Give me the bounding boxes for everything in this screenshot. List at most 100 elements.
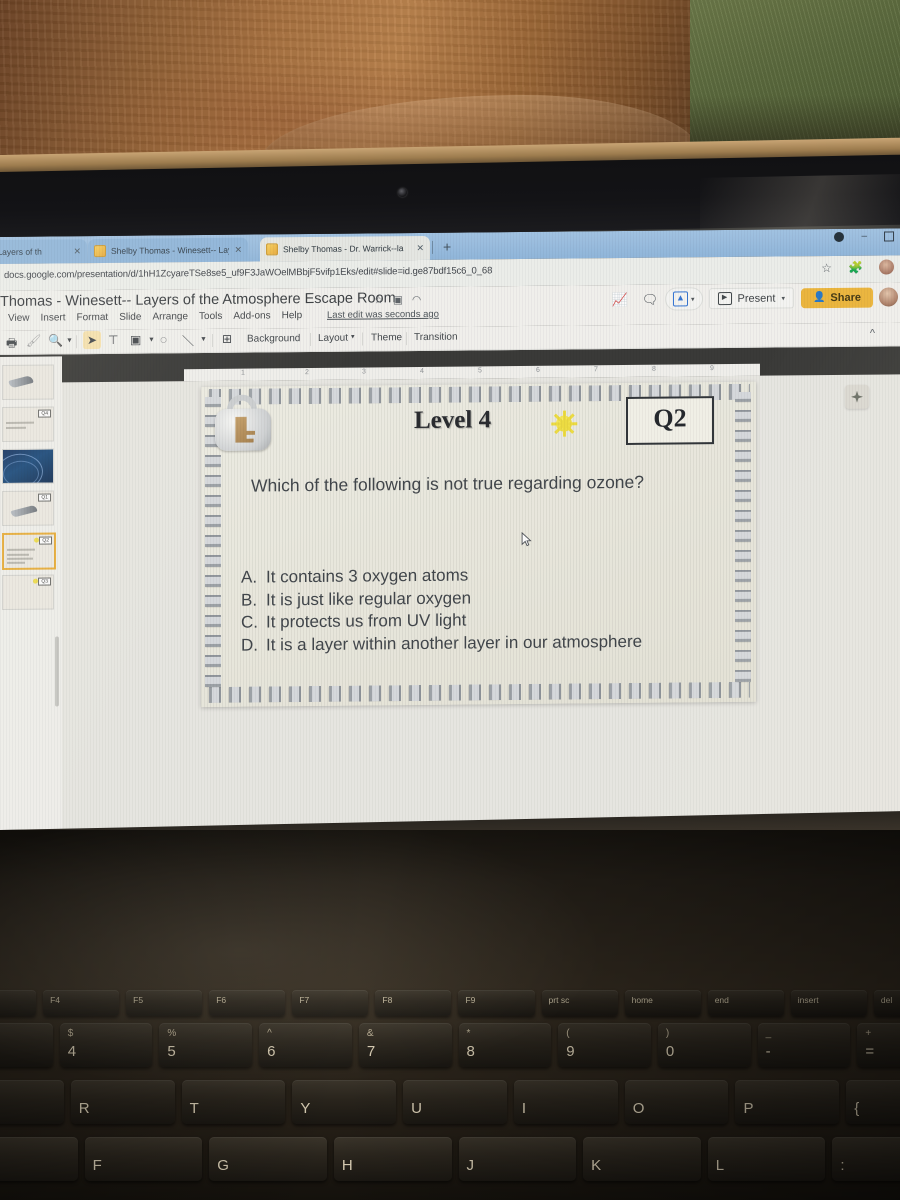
key-f9[interactable]: F9 <box>458 990 535 1016</box>
menu-item-slide[interactable]: Slide <box>119 312 141 323</box>
answer-choices[interactable]: A. It contains 3 oxygen atoms B. It is j… <box>241 562 711 657</box>
key-7[interactable]: & 7 <box>358 1023 452 1067</box>
key-8[interactable]: * 8 <box>458 1023 552 1067</box>
key-5[interactable]: % 5 <box>159 1023 253 1067</box>
paint-format-icon[interactable]: 🖌 <box>26 334 41 348</box>
key-6[interactable]: ^ 6 <box>259 1023 352 1067</box>
chevron-down-icon[interactable]: ▼ <box>66 337 73 344</box>
key-j[interactable]: J <box>458 1137 577 1181</box>
key-left-bracket[interactable]: { <box>846 1080 900 1124</box>
slide-thumbnail[interactable]: Q3 <box>2 574 54 610</box>
key-d[interactable]: D <box>0 1137 78 1181</box>
chevron-down-icon[interactable]: ▾ <box>351 333 355 341</box>
menu-item-help[interactable]: Help <box>282 310 303 321</box>
insert-image-icon[interactable]: ▣ <box>130 333 141 347</box>
chevron-down-icon[interactable]: ▼ <box>200 336 207 343</box>
menu-item-addons[interactable]: Add-ons <box>233 310 270 321</box>
slide-thumbnail[interactable]: Q4 <box>2 406 54 442</box>
key-end[interactable]: end <box>707 990 784 1016</box>
answer-choice-d[interactable]: D. It is a layer within another layer in… <box>241 630 711 657</box>
key-f[interactable]: F <box>84 1137 203 1181</box>
menu-item-format[interactable]: Format <box>77 312 109 323</box>
new-tab-button[interactable]: + <box>443 239 451 255</box>
question-text[interactable]: Which of the following is not true regar… <box>251 471 671 497</box>
maximize-button[interactable] <box>884 230 894 242</box>
key-r[interactable]: R <box>70 1080 175 1124</box>
key-g[interactable]: G <box>209 1137 327 1181</box>
key-f3[interactable]: F3 <box>0 990 37 1016</box>
last-edit-status[interactable]: Last edit was seconds ago <box>327 309 439 321</box>
key-k[interactable]: K <box>583 1137 701 1181</box>
present-upload-control[interactable]: ▲ ▾ <box>665 287 703 311</box>
key-minus[interactable]: _ - <box>757 1023 851 1067</box>
slide-thumbnail[interactable] <box>2 448 54 484</box>
background-button[interactable]: Background <box>247 333 300 345</box>
key-f7[interactable]: F7 <box>292 990 369 1016</box>
key-9[interactable]: (9 <box>558 1023 651 1067</box>
chevron-down-icon[interactable]: ▾ <box>781 294 785 302</box>
key-f8[interactable]: F8 <box>375 990 452 1016</box>
close-icon[interactable]: ✕ <box>234 244 242 255</box>
close-icon[interactable]: ✕ <box>416 242 424 253</box>
menu-item-tools[interactable]: Tools <box>199 311 222 322</box>
current-slide[interactable]: Level 4 Q2 Which of the following is not… <box>201 381 756 708</box>
key-f6[interactable]: F6 <box>209 990 286 1016</box>
browser-tab-1[interactable]: m Layers of th ✕ <box>0 239 87 265</box>
layout-button[interactable]: Layout <box>318 333 348 344</box>
chevron-down-icon[interactable]: ▼ <box>148 337 155 344</box>
slide-filmstrip[interactable]: Q4 Q1 Q2 Q3 <box>0 356 62 830</box>
key-0[interactable]: ) 0 <box>657 1023 751 1067</box>
line-icon[interactable]: ＼ <box>182 332 194 349</box>
slide-canvas[interactable]: Level 4 Q2 Which of the following is not… <box>62 374 900 830</box>
close-icon[interactable]: ✕ <box>73 246 81 257</box>
extensions-puzzle-icon[interactable]: 🧩 <box>848 260 863 274</box>
minimize-button[interactable]: – <box>861 231 867 242</box>
key-equals[interactable]: + = <box>857 1023 900 1067</box>
text-box-icon[interactable]: ⊤ <box>108 333 118 347</box>
key-p[interactable]: P <box>735 1080 840 1124</box>
slide-thumbnail[interactable]: Q1 <box>2 490 54 526</box>
collapse-menus-icon[interactable]: ^ <box>870 328 875 340</box>
print-icon[interactable]: 🖶 <box>6 334 17 355</box>
menu-item-view[interactable]: View <box>8 313 30 324</box>
key-y[interactable]: Y <box>292 1080 397 1124</box>
share-button[interactable]: 👤 Share <box>800 287 873 308</box>
key-u[interactable]: U <box>403 1080 507 1124</box>
present-button[interactable]: ▶ Present ▾ <box>708 287 794 310</box>
slide-thumbnail-selected[interactable]: Q2 <box>2 532 56 570</box>
browser-tab-3[interactable]: Shelby Thomas - Dr. Warrick--la ✕ <box>260 235 430 262</box>
chevron-down-icon[interactable]: ▾ <box>691 295 695 303</box>
key-t[interactable]: T <box>181 1080 286 1124</box>
key-delete[interactable]: del <box>873 990 900 1016</box>
new-slide-icon[interactable]: ⊞ <box>222 332 232 346</box>
key-h[interactable]: H <box>333 1137 452 1181</box>
filmstrip-scrollbar[interactable] <box>55 636 59 707</box>
select-tool-icon[interactable]: ➤ <box>87 333 97 347</box>
key-e[interactable]: E <box>0 1080 64 1124</box>
transition-button[interactable]: Transition <box>414 332 458 343</box>
profile-avatar[interactable] <box>879 259 894 275</box>
account-avatar[interactable] <box>879 287 898 307</box>
comment-icon[interactable]: 🗨 <box>635 291 665 307</box>
key-insert[interactable]: insert <box>790 990 867 1016</box>
move-to-folder-icon[interactable]: ▣ <box>393 294 403 306</box>
key-3[interactable]: #3 <box>0 1023 53 1067</box>
theme-button[interactable]: Theme <box>371 332 402 343</box>
key-l[interactable]: L <box>707 1137 826 1181</box>
key-home[interactable]: home <box>624 990 701 1016</box>
bookmark-star-icon[interactable]: ☆ <box>821 261 832 275</box>
activity-dashboard-icon[interactable]: 📈 <box>605 291 635 307</box>
explore-button[interactable] <box>845 384 869 409</box>
slide-thumbnail[interactable] <box>2 364 54 400</box>
key-semicolon[interactable]: : <box>832 1137 900 1181</box>
key-print-screen[interactable]: prt sc <box>541 990 618 1016</box>
key-f5[interactable]: F5 <box>126 990 203 1016</box>
menu-item-arrange[interactable]: Arrange <box>152 311 188 322</box>
star-icon[interactable]: ☆ <box>374 294 383 306</box>
key-i[interactable]: I <box>513 1080 618 1124</box>
shape-icon[interactable]: ◌ <box>160 332 167 346</box>
key-o[interactable]: O <box>624 1080 729 1124</box>
key-f4[interactable]: F4 <box>43 990 120 1016</box>
browser-tab-2[interactable]: Shelby Thomas - Winesett-- Lay ✕ <box>88 237 248 264</box>
key-4[interactable]: $4 <box>59 1023 153 1067</box>
